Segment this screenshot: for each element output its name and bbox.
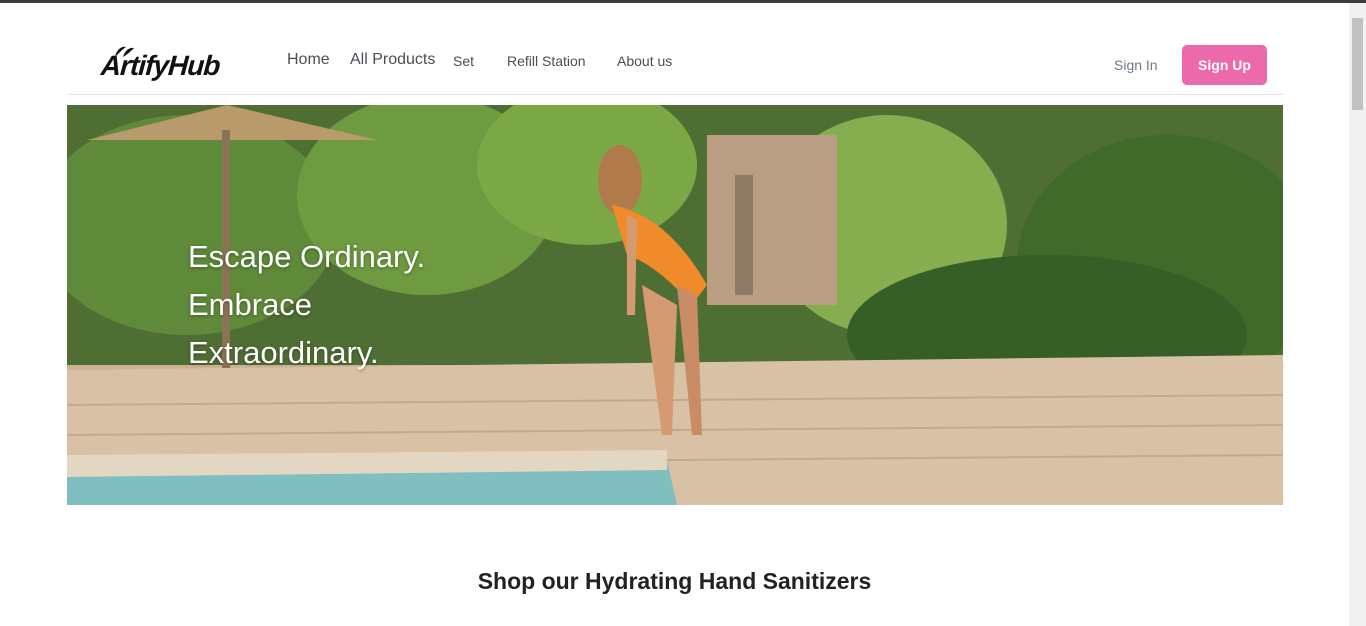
- hero-headline-line-2: Embrace: [188, 287, 313, 322]
- hero-banner: Escape Ordinary. Embrace Extraordinary.: [67, 105, 1283, 505]
- nav-all-products[interactable]: All Products: [350, 51, 435, 69]
- brand-name: ArtifyHub: [99, 50, 221, 81]
- sign-up-button[interactable]: Sign Up: [1182, 45, 1267, 85]
- hero-headline-line-3: Extraordinary.: [188, 335, 379, 370]
- header-divider: [67, 94, 1283, 95]
- nav-set[interactable]: Set: [453, 53, 474, 69]
- section-title: Shop our Hydrating Hand Sanitizers: [477, 568, 872, 594]
- nav-refill-station[interactable]: Refill Station: [507, 53, 586, 69]
- hero-headline-line-1: Escape Ordinary.: [188, 239, 426, 274]
- nav-home[interactable]: Home: [287, 51, 330, 69]
- brand-logo[interactable]: ArtifyHub: [99, 46, 221, 84]
- browser-top-border: [0, 0, 1366, 3]
- nav-about-us[interactable]: About us: [617, 53, 672, 69]
- sign-in-link[interactable]: Sign In: [1114, 57, 1158, 73]
- scrollbar-thumb[interactable]: [1352, 18, 1363, 110]
- page-scrollbar[interactable]: [1349, 3, 1366, 626]
